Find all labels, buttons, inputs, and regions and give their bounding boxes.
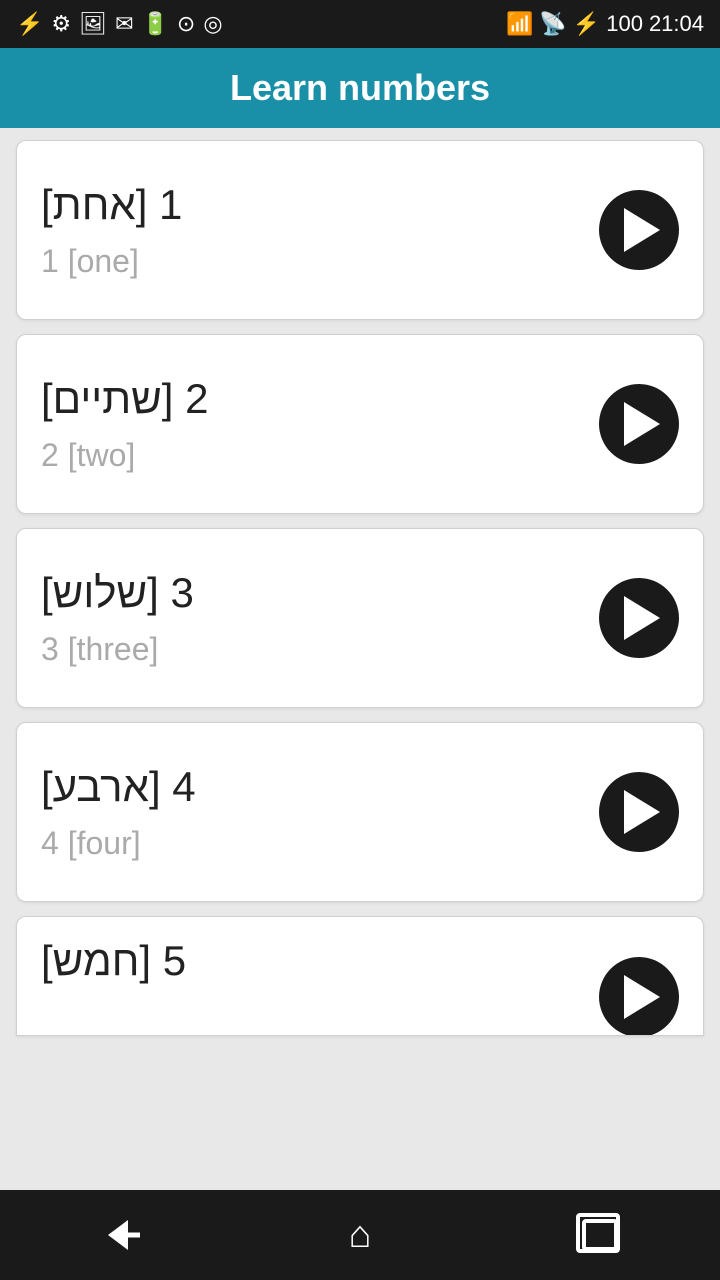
status-bar: ⚡ ⚙ 🖼 ✉ 🔋 ⊙ ◎ 📶 📡 ⚡ 100 21:04: [0, 0, 720, 48]
number-card-4[interactable]: 4 [ארבע] 4 [four]: [16, 722, 704, 902]
number-card-3[interactable]: 3 [שלוש] 3 [three]: [16, 528, 704, 708]
play-button-4[interactable]: [599, 772, 679, 852]
card-2-secondary: 2 [two]: [41, 437, 209, 474]
card-2-primary: 2 [שתיים]: [41, 375, 209, 423]
recents-button[interactable]: [560, 1205, 640, 1265]
signal-icon: ⚡: [16, 11, 43, 37]
card-2-text: 2 [שתיים] 2 [two]: [41, 375, 209, 474]
app-header: Learn numbers: [0, 48, 720, 128]
bottom-navigation: ⌂: [0, 1190, 720, 1280]
play-icon-3: [624, 596, 660, 640]
status-bar-right: 📶 📡 ⚡ 100 21:04: [506, 11, 704, 37]
card-4-secondary: 4 [four]: [41, 825, 196, 862]
card-4-primary: 4 [ארבע]: [41, 763, 196, 811]
number-card-5[interactable]: 5 [חמש]: [16, 916, 704, 1036]
number-card-1[interactable]: 1 [אחת] 1 [one]: [16, 140, 704, 320]
image-icon: 🖼: [79, 11, 107, 37]
usb-icon: ⚙: [51, 11, 71, 37]
play-button-5[interactable]: [599, 957, 679, 1036]
play-button-1[interactable]: [599, 190, 679, 270]
battery-icon: 🔋: [142, 11, 169, 37]
card-5-text: 5 [חמש]: [41, 937, 186, 985]
signal-bars-icon: 📡: [539, 11, 566, 37]
home-icon: ⌂: [349, 1214, 372, 1257]
card-1-primary: 1 [אחת]: [41, 181, 182, 229]
home-button[interactable]: ⌂: [320, 1205, 400, 1265]
circle-icon1: ⊙: [177, 11, 195, 37]
charge-icon: ⚡: [573, 11, 600, 37]
back-icon: [100, 1220, 140, 1250]
content-area: 1 [אחת] 1 [one] 2 [שתיים] 2 [two] 3 [שלו…: [0, 128, 720, 1190]
play-icon-1: [624, 208, 660, 252]
card-1-secondary: 1 [one]: [41, 243, 182, 280]
status-bar-left: ⚡ ⚙ 🖼 ✉ 🔋 ⊙ ◎: [16, 11, 223, 37]
card-4-text: 4 [ארבע] 4 [four]: [41, 763, 196, 862]
card-3-secondary: 3 [three]: [41, 631, 194, 668]
page-title: Learn numbers: [230, 67, 490, 109]
circle-icon2: ◎: [203, 11, 222, 37]
time-display: 21:04: [649, 11, 704, 37]
recents-icon: [582, 1219, 618, 1251]
play-icon-5: [624, 975, 660, 1019]
card-1-text: 1 [אחת] 1 [one]: [41, 181, 182, 280]
card-3-text: 3 [שלוש] 3 [three]: [41, 569, 194, 668]
play-button-3[interactable]: [599, 578, 679, 658]
play-button-2[interactable]: [599, 384, 679, 464]
number-card-2[interactable]: 2 [שתיים] 2 [two]: [16, 334, 704, 514]
email-icon: ✉: [115, 11, 133, 37]
back-button[interactable]: [80, 1205, 160, 1265]
play-icon-2: [624, 402, 660, 446]
battery-level: 100: [606, 11, 643, 37]
card-5-primary: 5 [חמש]: [41, 937, 186, 985]
wifi-icon: 📶: [506, 11, 533, 37]
card-3-primary: 3 [שלוש]: [41, 569, 194, 617]
play-icon-4: [624, 790, 660, 834]
